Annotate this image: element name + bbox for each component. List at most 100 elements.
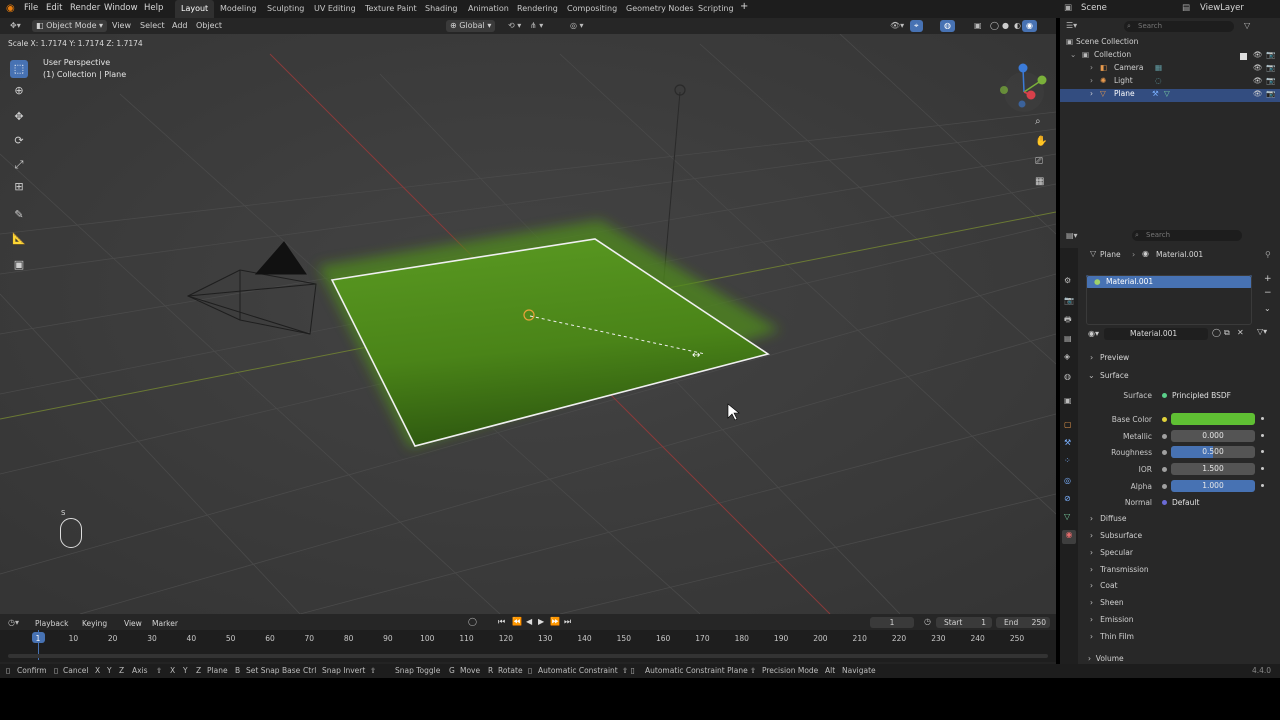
- checkbox-icon[interactable]: [1240, 53, 1247, 60]
- panel-preview[interactable]: Preview: [1100, 353, 1129, 362]
- gizmo-toggle-icon[interactable]: ⌖: [910, 20, 923, 32]
- menu-marker[interactable]: Marker: [152, 619, 178, 628]
- blender-logo-icon[interactable]: ◉: [6, 3, 15, 14]
- expand-surface-icon[interactable]: ⌄: [1088, 371, 1095, 380]
- subpanel-subsurface[interactable]: › Subsurface: [1090, 531, 1142, 540]
- camera-view-icon[interactable]: ⎚: [1035, 156, 1043, 167]
- outliner-row-plane[interactable]: › ▽ Plane ⚒ ▽ 👁 📷: [1060, 89, 1280, 102]
- subpanel-sheen[interactable]: › Sheen: [1090, 598, 1124, 607]
- scene-tab-icon[interactable]: ◈: [1064, 352, 1070, 361]
- render-camera-icon[interactable]: 📷: [1266, 89, 1275, 98]
- prev-keyframe-icon[interactable]: ⏪: [512, 617, 522, 626]
- expand-icon[interactable]: ›: [1090, 76, 1093, 85]
- eye-icon[interactable]: 👁: [1253, 63, 1263, 72]
- transform-icon[interactable]: ⊞: [10, 178, 28, 196]
- keyframe-dot-icon[interactable]: [1261, 484, 1264, 487]
- metallic-field[interactable]: 0.000: [1171, 430, 1255, 442]
- add-workspace-icon[interactable]: +: [740, 1, 748, 12]
- render-camera-icon[interactable]: 📷: [1266, 63, 1275, 72]
- overlays-toggle-icon[interactable]: ◍: [940, 20, 955, 32]
- data-tab-icon[interactable]: ▽: [1064, 512, 1070, 521]
- outliner-row-camera[interactable]: › ◧ Camera ▦ 👁 📷: [1060, 63, 1280, 76]
- roughness-field[interactable]: 0.500: [1171, 446, 1255, 458]
- view-layer-tab-icon[interactable]: ▤: [1064, 334, 1072, 343]
- measure-icon[interactable]: 📐: [10, 230, 28, 248]
- start-frame-field[interactable]: Start 1: [936, 617, 992, 628]
- xray-icon[interactable]: ▣: [970, 20, 986, 32]
- slot-menu-icon[interactable]: ⌄: [1264, 304, 1271, 313]
- scale-icon[interactable]: ⤢: [10, 156, 28, 174]
- material-tab-icon[interactable]: ◉: [1062, 530, 1076, 544]
- tab-sculpting[interactable]: Sculpting: [261, 0, 310, 18]
- panel-volume[interactable]: › Volume: [1088, 654, 1124, 663]
- rendered-shading-icon[interactable]: ◉: [1022, 20, 1037, 32]
- scene-name[interactable]: Scene: [1081, 3, 1107, 13]
- expand-icon[interactable]: ›: [1090, 89, 1093, 98]
- pin-icon[interactable]: ⚲: [1265, 250, 1271, 259]
- preview-range-icon[interactable]: ◷: [924, 617, 931, 626]
- ortho-grid-icon[interactable]: ▦: [1035, 176, 1044, 187]
- jump-end-icon[interactable]: ⏭: [564, 617, 571, 627]
- outliner-row-collection[interactable]: ⌄ ▣ Collection 👁 📷: [1060, 50, 1280, 63]
- remove-slot-icon[interactable]: −: [1264, 288, 1272, 298]
- end-frame-field[interactable]: End 250: [996, 617, 1050, 628]
- menu-window[interactable]: Window: [104, 3, 138, 13]
- subpanel-diffuse[interactable]: › Diffuse: [1090, 514, 1126, 523]
- world-tab-icon[interactable]: ◍: [1064, 372, 1071, 381]
- add-slot-icon[interactable]: +: [1264, 274, 1272, 284]
- eye-icon[interactable]: 👁: [1253, 76, 1263, 85]
- outliner-row-scene-collection[interactable]: ▣ Scene Collection: [1060, 37, 1280, 50]
- tab-animation[interactable]: Animation: [462, 0, 515, 18]
- menu-help[interactable]: Help: [144, 3, 163, 13]
- snap-icon[interactable]: ⋔ ▾: [526, 20, 547, 32]
- outliner-editor-icon[interactable]: ☰▾: [1066, 21, 1077, 30]
- expand-icon[interactable]: ⌄: [1070, 50, 1076, 59]
- eye-icon[interactable]: 👁: [1253, 50, 1263, 59]
- panel-surface[interactable]: Surface: [1100, 371, 1129, 380]
- duplicate-material-icon[interactable]: ⧉: [1224, 328, 1230, 338]
- outliner-search-input[interactable]: ⌕ Search: [1124, 21, 1234, 32]
- keyframe-dot-icon[interactable]: [1261, 434, 1264, 437]
- tab-texture-paint[interactable]: Texture Paint: [359, 0, 423, 18]
- menu-view[interactable]: View: [108, 20, 135, 32]
- auto-keying-icon[interactable]: ◯: [468, 617, 477, 626]
- menu-render[interactable]: Render: [70, 3, 100, 13]
- tab-rendering[interactable]: Rendering: [511, 0, 564, 18]
- orientation-dropdown[interactable]: ⊕ Global ▾: [446, 20, 496, 32]
- mode-dropdown[interactable]: ◧ Object Mode ▾: [32, 20, 108, 32]
- unlink-material-icon[interactable]: ✕: [1237, 328, 1244, 337]
- play-icon[interactable]: ▶: [538, 617, 544, 626]
- rotate-icon[interactable]: ⟳: [10, 132, 28, 150]
- tab-modeling[interactable]: Modeling: [214, 0, 262, 18]
- render-camera-icon[interactable]: 📷: [1266, 50, 1275, 59]
- material-slot-item[interactable]: ● Material.001: [1086, 275, 1252, 288]
- cursor-icon[interactable]: ⊕: [10, 82, 28, 100]
- render-camera-icon[interactable]: 📷: [1266, 76, 1275, 85]
- tab-scripting[interactable]: Scripting: [692, 0, 740, 18]
- add-cube-icon[interactable]: ▣: [10, 256, 28, 274]
- ior-field[interactable]: 1.500: [1171, 463, 1255, 475]
- menu-timeline-view[interactable]: View: [124, 619, 142, 628]
- expand-icon[interactable]: ›: [1090, 63, 1093, 72]
- subpanel-emission[interactable]: › Emission: [1090, 615, 1134, 624]
- annotate-icon[interactable]: ✎: [10, 206, 28, 224]
- material-browse-icon[interactable]: ◉▾: [1088, 329, 1099, 338]
- visibility-icon[interactable]: 👁▾: [886, 20, 908, 32]
- proportional-edit-icon[interactable]: ◎ ▾: [566, 20, 588, 32]
- timeline-editor-icon[interactable]: ◷▾: [8, 618, 19, 627]
- normal-value[interactable]: Default: [1172, 498, 1199, 507]
- alpha-field[interactable]: 1.000: [1171, 480, 1255, 492]
- fake-user-icon[interactable]: ◯: [1212, 328, 1221, 337]
- zoom-icon[interactable]: ⌕: [1035, 116, 1041, 127]
- tab-uv-editing[interactable]: UV Editing: [308, 0, 362, 18]
- next-keyframe-icon[interactable]: ⏩: [550, 617, 560, 626]
- pivot-icon[interactable]: ⟲ ▾: [504, 20, 525, 32]
- subpanel-coat[interactable]: › Coat: [1090, 581, 1118, 590]
- 3d-viewport[interactable]: ↔ Scale X: 1.7174 Y: 1.7174 Z: 1.7174 Us…: [0, 34, 1056, 614]
- particles-tab-icon[interactable]: ⁘: [1064, 456, 1071, 465]
- subpanel-thin-film[interactable]: › Thin Film: [1090, 632, 1134, 641]
- current-frame-field[interactable]: 1: [870, 617, 914, 628]
- material-filter-icon[interactable]: ▽▾: [1257, 327, 1267, 336]
- menu-playback[interactable]: Playback: [35, 619, 68, 628]
- menu-object[interactable]: Object: [192, 20, 226, 32]
